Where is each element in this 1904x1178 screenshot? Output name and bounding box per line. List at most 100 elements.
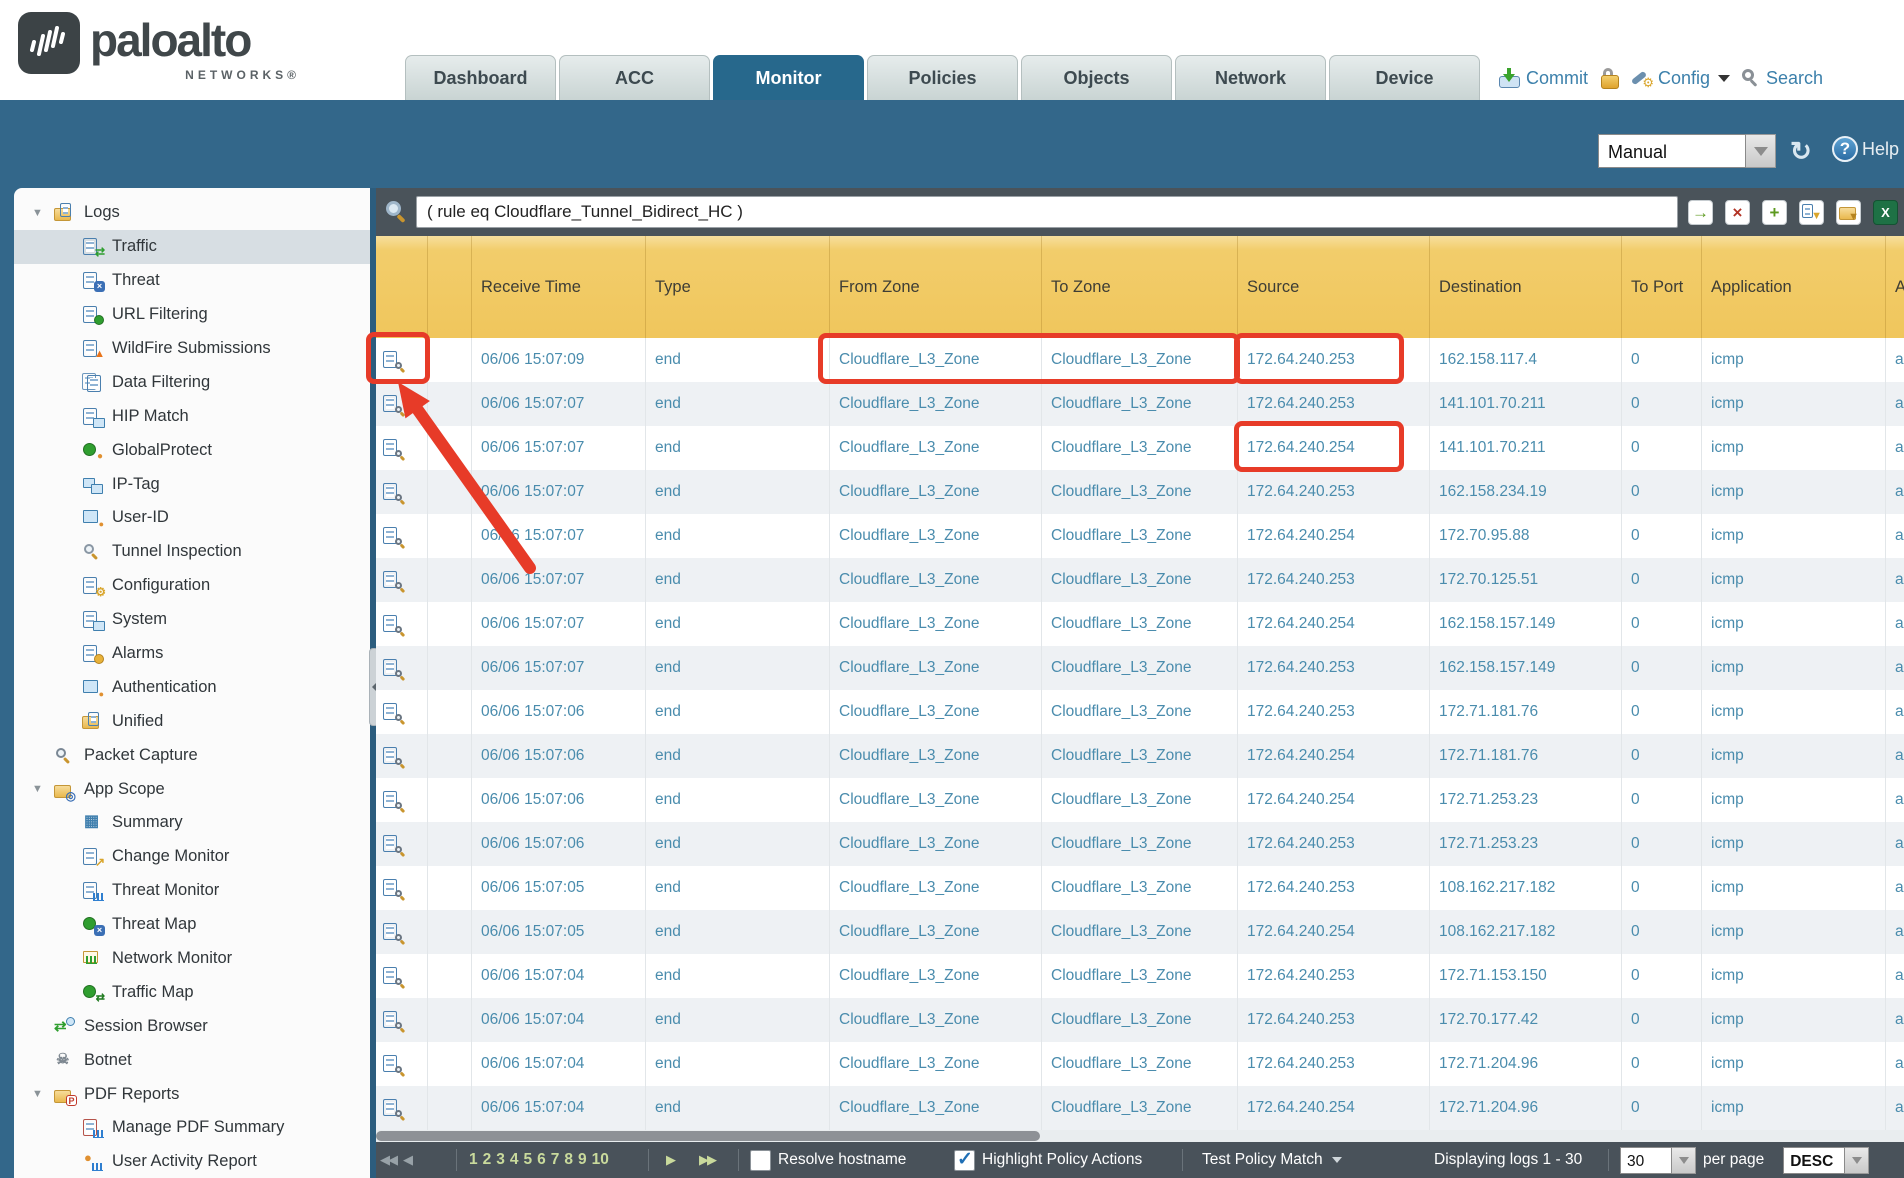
cell-application[interactable]: icmp <box>1702 338 1886 382</box>
column-header-type[interactable]: Type <box>646 236 830 338</box>
cell-application[interactable]: icmp <box>1702 998 1886 1042</box>
tree-expand-icon[interactable]: ▼ <box>32 1088 54 1100</box>
cell-from-zone[interactable]: Cloudflare_L3_Zone <box>830 866 1042 910</box>
cell-action[interactable]: a <box>1886 426 1904 470</box>
column-header-destination[interactable]: Destination <box>1430 236 1622 338</box>
page-link-10[interactable]: 10 <box>591 1151 610 1169</box>
sidebar-item-tunnel-inspection[interactable]: Tunnel Inspection <box>14 535 370 569</box>
cell-to-zone[interactable]: Cloudflare_L3_Zone <box>1042 1042 1238 1086</box>
cell-type[interactable]: end <box>646 778 830 822</box>
sidebar-item-session-browser[interactable]: ⇄Session Browser <box>14 1009 370 1043</box>
per-page-select[interactable]: 30 <box>1620 1147 1696 1174</box>
cell-from-zone[interactable]: Cloudflare_L3_Zone <box>830 470 1042 514</box>
cell-destination[interactable]: 172.71.204.96 <box>1430 1042 1622 1086</box>
cell-to-port[interactable]: 0 <box>1622 426 1702 470</box>
cell-to-zone[interactable]: Cloudflare_L3_Zone <box>1042 954 1238 998</box>
cell-action[interactable]: a <box>1886 470 1904 514</box>
cell-action[interactable]: a <box>1886 646 1904 690</box>
cell-to-port[interactable]: 0 <box>1622 910 1702 954</box>
column-header-receive-time[interactable]: Receive Time <box>472 236 646 338</box>
cell-action[interactable]: a <box>1886 866 1904 910</box>
cell-from-zone[interactable]: Cloudflare_L3_Zone <box>830 514 1042 558</box>
sidebar-item-ip-tag[interactable]: IP-Tag <box>14 467 370 501</box>
cell-action[interactable]: a <box>1886 1086 1904 1130</box>
cell-source[interactable]: 172.64.240.253 <box>1238 690 1430 734</box>
cell-type[interactable]: end <box>646 514 830 558</box>
sidebar-item-user-id[interactable]: ●User-ID <box>14 501 370 535</box>
cell-to-zone[interactable]: Cloudflare_L3_Zone <box>1042 558 1238 602</box>
cell-receive-time[interactable]: 06/06 15:07:07 <box>472 602 646 646</box>
cell-action[interactable]: a <box>1886 602 1904 646</box>
cell-type[interactable]: end <box>646 734 830 778</box>
cell-to-port[interactable]: 0 <box>1622 470 1702 514</box>
cell-type[interactable]: end <box>646 470 830 514</box>
tab-network[interactable]: Network <box>1175 55 1326 100</box>
cell-destination[interactable]: 162.158.234.19 <box>1430 470 1622 514</box>
cell-source[interactable]: 172.64.240.253 <box>1238 822 1430 866</box>
column-header-source[interactable]: Source <box>1238 236 1430 338</box>
cell-action[interactable]: a <box>1886 778 1904 822</box>
cell-receive-time[interactable]: 06/06 15:07:05 <box>472 866 646 910</box>
cell-action[interactable]: a <box>1886 382 1904 426</box>
cell-receive-time[interactable]: 06/06 15:07:04 <box>472 998 646 1042</box>
sidebar-item-threat-monitor[interactable]: Threat Monitor <box>14 874 370 908</box>
cell-application[interactable]: icmp <box>1702 514 1886 558</box>
tree-expand-icon[interactable]: ▼ <box>32 207 54 219</box>
page-link-9[interactable]: 9 <box>577 1151 588 1169</box>
cell-from-zone[interactable]: Cloudflare_L3_Zone <box>830 646 1042 690</box>
cell-to-port[interactable]: 0 <box>1622 558 1702 602</box>
cell-receive-time[interactable]: 06/06 15:07:07 <box>472 470 646 514</box>
cell-to-zone[interactable]: Cloudflare_L3_Zone <box>1042 514 1238 558</box>
cell-type[interactable]: end <box>646 1042 830 1086</box>
cell-source[interactable]: 172.64.240.254 <box>1238 602 1430 646</box>
cell-to-port[interactable]: 0 <box>1622 1042 1702 1086</box>
cell-destination[interactable]: 172.71.181.76 <box>1430 734 1622 778</box>
sidebar-item-data-filtering[interactable]: Data Filtering <box>14 365 370 399</box>
cell-type[interactable]: end <box>646 1086 830 1130</box>
cell-to-port[interactable]: 0 <box>1622 602 1702 646</box>
column-header-to-port[interactable]: To Port <box>1622 236 1702 338</box>
sidebar-item-threat[interactable]: ×Threat <box>14 264 370 298</box>
column-header-to-zone[interactable]: To Zone <box>1042 236 1238 338</box>
tab-policies[interactable]: Policies <box>867 55 1018 100</box>
column-header-blank[interactable] <box>428 236 472 338</box>
tab-acc[interactable]: ACC <box>559 55 710 100</box>
help-button[interactable]: ? Help <box>1832 136 1899 162</box>
last-page-button[interactable]: ▶▶ <box>699 1152 715 1168</box>
cell-source[interactable]: 172.64.240.254 <box>1238 514 1430 558</box>
log-detail-button[interactable] <box>376 778 428 822</box>
cell-type[interactable]: end <box>646 338 830 382</box>
cell-application[interactable]: icmp <box>1702 558 1886 602</box>
sidebar-item-packet-capture[interactable]: Packet Capture <box>14 738 370 772</box>
cell-destination[interactable]: 141.101.70.211 <box>1430 382 1622 426</box>
cell-application[interactable]: icmp <box>1702 470 1886 514</box>
cell-type[interactable]: end <box>646 646 830 690</box>
cell-source[interactable]: 172.64.240.253 <box>1238 470 1430 514</box>
highlight-policy-actions-checkbox[interactable] <box>954 1150 975 1171</box>
cell-receive-time[interactable]: 06/06 15:07:07 <box>472 646 646 690</box>
cell-action[interactable]: a <box>1886 954 1904 998</box>
cell-action[interactable]: a <box>1886 514 1904 558</box>
page-link-7[interactable]: 7 <box>550 1151 561 1169</box>
export-logs-button[interactable]: X <box>1873 200 1898 225</box>
cell-to-zone[interactable]: Cloudflare_L3_Zone <box>1042 734 1238 778</box>
add-filter-button[interactable]: + <box>1762 200 1787 225</box>
cell-destination[interactable]: 172.71.253.23 <box>1430 822 1622 866</box>
cell-destination[interactable]: 141.101.70.211 <box>1430 426 1622 470</box>
cell-action[interactable]: a <box>1886 558 1904 602</box>
cell-from-zone[interactable]: Cloudflare_L3_Zone <box>830 954 1042 998</box>
log-detail-button[interactable] <box>376 602 428 646</box>
sidebar-item-url-filtering[interactable]: URL Filtering <box>14 298 370 332</box>
cell-type[interactable]: end <box>646 954 830 998</box>
log-detail-button[interactable] <box>376 1086 428 1130</box>
cell-destination[interactable]: 172.71.153.150 <box>1430 954 1622 998</box>
cell-source[interactable]: 172.64.240.253 <box>1238 866 1430 910</box>
column-header-from-zone[interactable]: From Zone <box>830 236 1042 338</box>
cell-source[interactable]: 172.64.240.254 <box>1238 910 1430 954</box>
load-filter-button[interactable]: ▼ <box>1836 200 1861 225</box>
page-link-3[interactable]: 3 <box>495 1151 506 1169</box>
resolve-hostname-checkbox[interactable] <box>750 1150 771 1171</box>
cell-to-zone[interactable]: Cloudflare_L3_Zone <box>1042 866 1238 910</box>
search-button[interactable]: Search <box>1742 68 1823 89</box>
cell-from-zone[interactable]: Cloudflare_L3_Zone <box>830 734 1042 778</box>
